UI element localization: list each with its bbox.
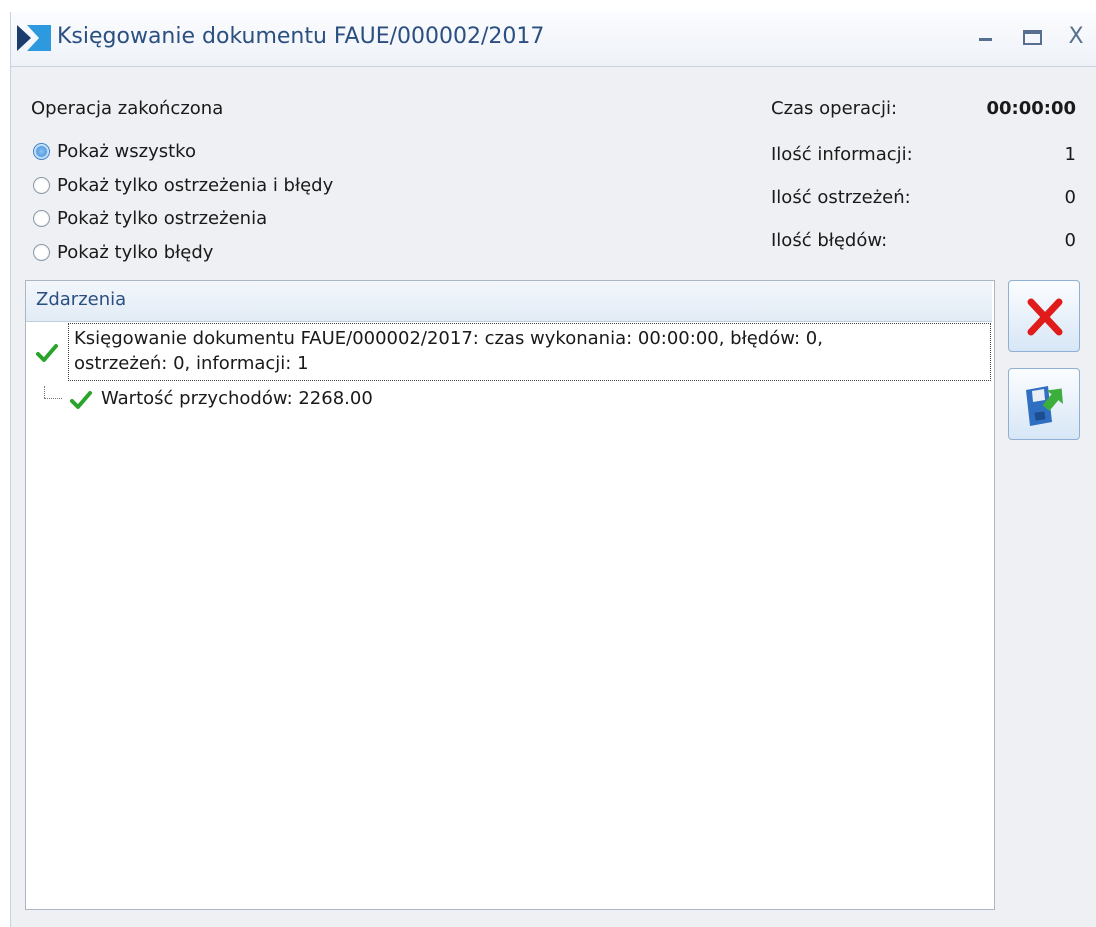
- warnings-count-value: 0: [1064, 187, 1076, 208]
- events-tree[interactable]: Zdarzenia Księgowanie dokumentu FAUE/000…: [25, 280, 995, 910]
- radio-button[interactable]: [33, 176, 50, 194]
- filter-label: Pokaż wszystko: [57, 140, 196, 162]
- radio-button[interactable]: [33, 209, 50, 227]
- tree-connector: [44, 386, 45, 398]
- filter-show-all[interactable]: Pokaż wszystko: [33, 139, 196, 163]
- event-child-text: Wartość przychodów: 2268.00: [101, 388, 373, 409]
- radio-button-selected[interactable]: [33, 142, 50, 160]
- log-window: Księgowanie dokumentu FAUE/000002/2017 X…: [10, 12, 1096, 927]
- filter-warnings-and-errors[interactable]: Pokaż tylko ostrzeżenia i błędy: [33, 173, 333, 197]
- checkmark-icon: [36, 344, 58, 362]
- app-logo-icon: [17, 25, 51, 51]
- events-header-label: Zdarzenia: [36, 289, 127, 310]
- info-count-value: 1: [1064, 144, 1076, 165]
- filter-label: Pokaż tylko ostrzeżenia i błędy: [57, 174, 334, 196]
- title-bar[interactable]: Księgowanie dokumentu FAUE/000002/2017 X: [11, 12, 1096, 67]
- save-disk-icon: [1026, 386, 1063, 426]
- filter-label: Pokaż tylko ostrzeżenia: [57, 207, 268, 229]
- tree-connector: [44, 398, 62, 399]
- save-log-button[interactable]: [1008, 368, 1080, 440]
- filter-label: Pokaż tylko błędy: [57, 241, 214, 263]
- red-x-icon: [1027, 298, 1063, 336]
- close-log-button[interactable]: [1008, 280, 1080, 352]
- operation-time-value: 00:00:00: [986, 98, 1076, 119]
- event-root-text-line2: ostrzeżeń: 0, informacji: 1: [74, 353, 309, 374]
- radio-button[interactable]: [33, 243, 50, 261]
- maximize-button[interactable]: [1018, 24, 1044, 50]
- filter-errors-only[interactable]: Pokaż tylko błędy: [33, 240, 213, 264]
- errors-count-label: Ilość błędów:: [771, 230, 888, 251]
- warnings-count-label: Ilość ostrzeżeń:: [771, 187, 911, 208]
- window-title: Księgowanie dokumentu FAUE/000002/2017: [57, 24, 545, 49]
- minimize-button[interactable]: [973, 24, 999, 50]
- errors-count-value: 0: [1064, 230, 1076, 251]
- checkmark-icon: [70, 391, 92, 409]
- operation-time-label: Czas operacji:: [771, 98, 898, 119]
- operation-status: Operacja zakończona: [31, 98, 224, 119]
- events-column-header[interactable]: Zdarzenia: [26, 281, 992, 322]
- info-count-label: Ilość informacji:: [771, 144, 913, 165]
- close-window-button[interactable]: X: [1063, 24, 1089, 50]
- filter-warnings-only[interactable]: Pokaż tylko ostrzeżenia: [33, 206, 267, 230]
- event-root-text-line1: Księgowanie dokumentu FAUE/000002/2017: …: [74, 328, 823, 349]
